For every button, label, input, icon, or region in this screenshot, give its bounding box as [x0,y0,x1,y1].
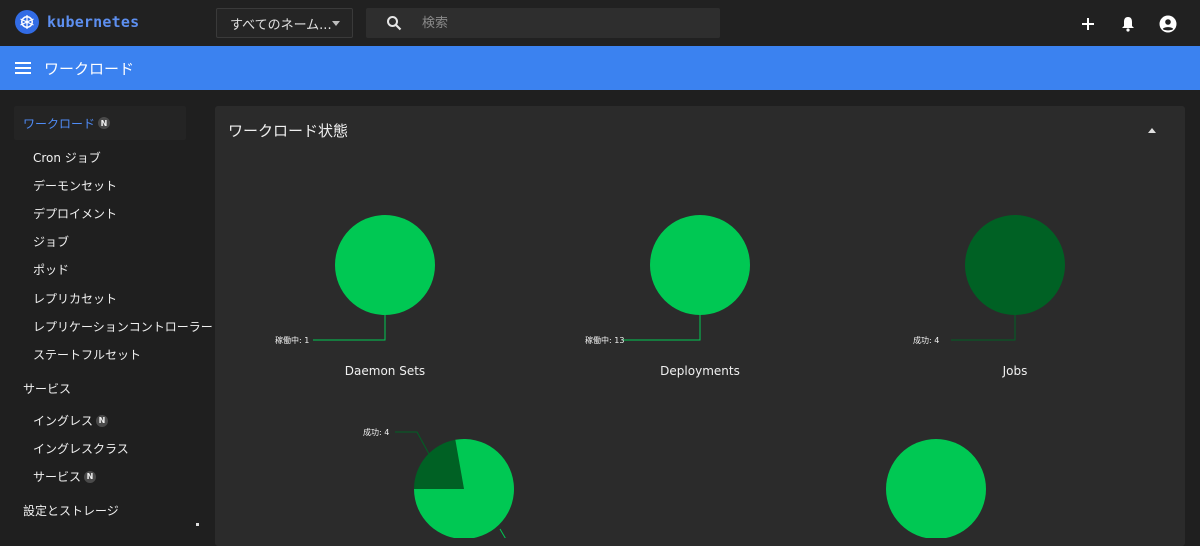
slice-label: 稼働中: 13 [585,335,624,345]
search-icon [386,15,402,35]
notifications-bell-icon[interactable] [1116,12,1140,36]
sidebar-item-workloads[interactable]: ワークロード N [14,106,186,140]
pie-slice[interactable] [414,439,464,489]
page-title: ワークロード [44,59,135,78]
sidebar-item-label: ポッド [33,263,70,277]
sidebar-item-label: サービス [33,470,82,484]
search-input[interactable] [422,8,702,38]
namespace-select[interactable]: すべてのネーム... [216,8,353,38]
kubernetes-wheel-icon [15,10,39,34]
leader-line [951,315,1016,341]
pie-chart-1: 稼働中: 13 [585,215,750,345]
search-bar[interactable] [366,8,720,38]
pie-slice[interactable] [650,215,750,315]
chart-title-jobs[interactable]: Jobs [935,364,1095,378]
pie-chart-3: 成功: 4 [363,427,514,538]
leader-line [499,528,506,538]
sidebar-item-label: ステートフルセット [33,348,142,362]
sidebar-item-label: イングレス [33,414,94,428]
sidebar: ワークロード N Cron ジョブ デーモンセット デプロイメント ジョブ ポッ… [0,90,213,538]
slice-label: 成功: 4 [913,335,939,345]
sidebar-item-label: Cron ジョブ [33,151,101,165]
leader-line [623,315,701,341]
sidebar-item-services[interactable]: サービス N [33,468,97,485]
sidebar-item-label: ワークロード [23,116,96,131]
sidebar-item-label: ジョブ [33,235,70,249]
sidebar-item-deployments[interactable]: デプロイメント [33,205,117,222]
pie-chart-4 [886,439,986,538]
sidebar-item-daemonsets[interactable]: デーモンセット [33,177,117,194]
new-badge: N [96,414,109,427]
leader-line [395,431,430,455]
sidebar-item-label: デプロイメント [33,207,118,221]
pie-chart-0: 稼働中: 1 [275,215,435,345]
sidebar-item-jobs[interactable]: ジョブ [33,233,69,250]
top-bar: kubernetes すべてのネーム... [0,0,1200,46]
pie-slice[interactable] [965,215,1065,315]
page-header: ワークロード [0,46,1200,90]
sidebar-item-statefulsets[interactable]: ステートフルセット [33,346,141,363]
slice-label: 稼働中: 1 [275,335,309,345]
top-actions [1076,12,1180,36]
sidebar-item-replicationcontrollers[interactable]: レプリケーションコントローラー [33,318,213,335]
chart-title-daemon-sets[interactable]: Daemon Sets [305,364,465,378]
sidebar-item-replicasets[interactable]: レプリカセット [33,290,117,307]
workload-status-charts: 稼働中: 1 稼働中: 13 成功: 4 成功: 4 [275,215,1065,538]
pie-slice[interactable] [886,439,986,538]
sidebar-item-label: レプリケーションコントローラー [33,320,213,334]
dropdown-caret-icon [332,21,340,26]
scrollbar-thumb[interactable] [196,523,199,526]
leader-line [313,315,386,341]
sidebar-group-config-storage[interactable]: 設定とストレージ [23,502,119,519]
account-circle-icon[interactable] [1156,12,1180,36]
kubernetes-logo[interactable]: kubernetes [15,10,139,34]
sidebar-item-label: デーモンセット [33,179,118,193]
new-badge: N [84,470,97,483]
pie-slice[interactable] [335,215,435,315]
slice-label: 成功: 4 [363,427,389,437]
menu-hamburger-icon[interactable] [15,61,33,75]
pie-chart-2: 成功: 4 [913,215,1065,345]
sidebar-item-ingressclasses[interactable]: イングレスクラス [33,440,129,457]
chart-title-deployments[interactable]: Deployments [620,364,780,378]
sidebar-item-label: イングレスクラス [33,442,129,456]
sidebar-item-ingresses[interactable]: イングレス N [33,412,109,429]
sidebar-item-label: レプリカセット [33,292,118,306]
logo-text: kubernetes [47,13,140,31]
new-badge: N [98,117,111,129]
sidebar-item-cronjobs[interactable]: Cron ジョブ [33,149,101,166]
sidebar-group-services[interactable]: サービス [23,380,71,397]
sidebar-item-pods[interactable]: ポッド [33,261,69,278]
create-plus-icon[interactable] [1076,12,1100,36]
namespace-select-value: すべてのネーム... [230,17,332,33]
